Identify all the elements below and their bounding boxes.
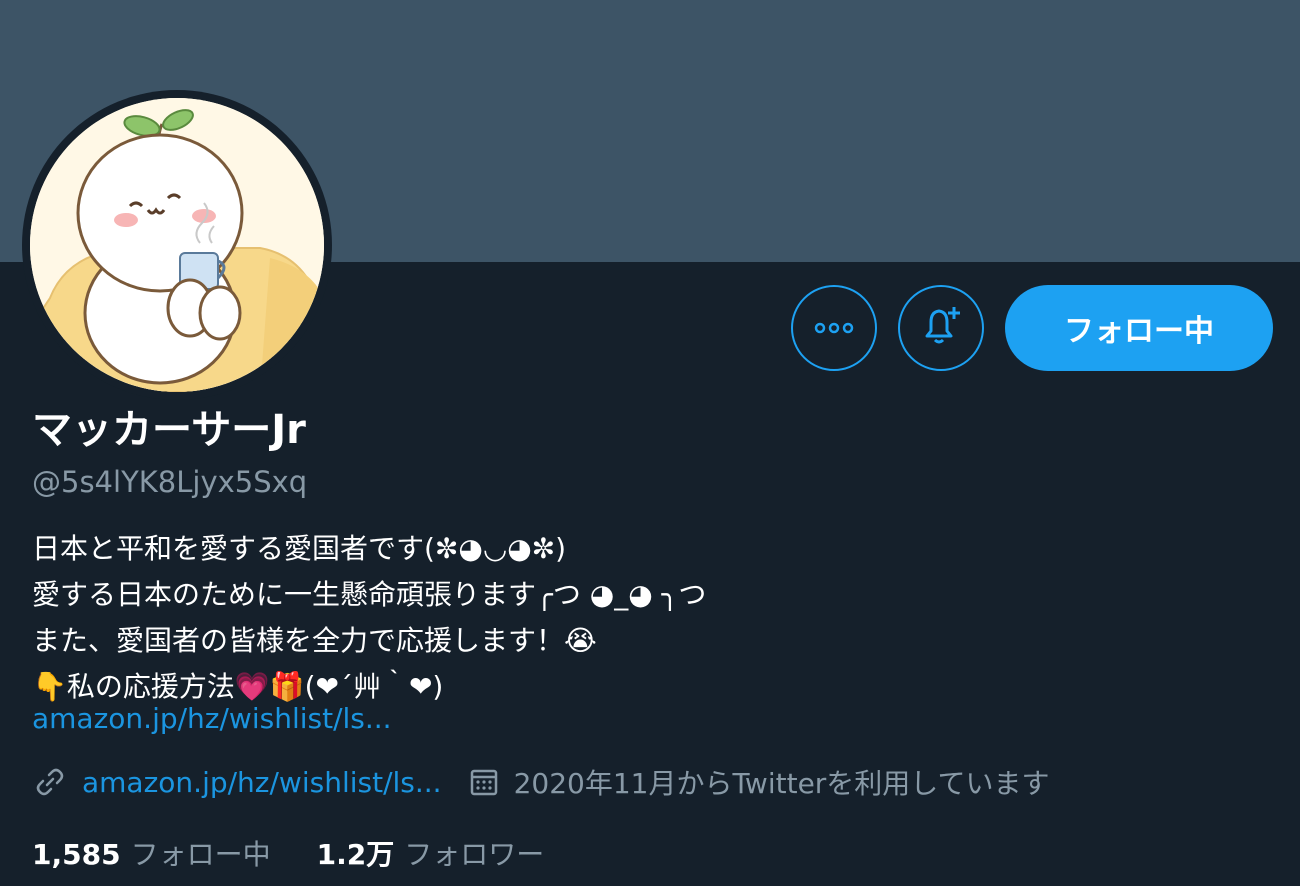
profile-stats: 1,585 フォロー中 1.2万 フォロワー (32, 830, 544, 876)
user-handle: @5s4lYK8Ljyx5Sxq (32, 465, 308, 499)
link-icon (32, 764, 68, 800)
ellipsis-icon (814, 319, 854, 338)
bio-line: また、愛国者の皆様を全力で応援します！😭 (32, 624, 597, 657)
bio-line: 愛する日本のために一生懸命頑張ります╭つ ◕_◕ ╮つ (32, 578, 707, 611)
avatar[interactable] (22, 90, 332, 400)
joined-date: 2020年11月からTwitterを利用しています (513, 767, 1050, 800)
display-name: マッカーサーJr (32, 407, 306, 453)
notification-bell-button[interactable] (898, 285, 984, 371)
profile-bio: 日本と平和を愛する愛国者です(✼◕◡◕✼) 愛する日本のために一生懸命頑張ります… (32, 526, 1232, 710)
bio-link[interactable]: amazon.jp/hz/wishlist/ls... (32, 697, 392, 741)
avatar-image (30, 98, 324, 392)
website-link[interactable]: amazon.jp/hz/wishlist/ls... (82, 766, 442, 799)
more-options-button[interactable] (791, 285, 877, 371)
bell-plus-icon (919, 304, 963, 352)
bio-line: 日本と平和を愛する愛国者です(✼◕◡◕✼) (32, 532, 567, 565)
followers-stat[interactable]: 1.2万 フォロワー (317, 833, 545, 873)
following-count: 1,585 (32, 838, 121, 871)
following-stat[interactable]: 1,585 フォロー中 (32, 833, 271, 873)
following-button[interactable]: フォロー中 (1005, 285, 1273, 371)
followers-label: フォロワー (404, 838, 545, 871)
profile-meta: amazon.jp/hz/wishlist/ls... 2020年11月からTw… (32, 760, 1049, 804)
calendar-icon (466, 764, 502, 800)
followers-count: 1.2万 (316, 838, 395, 871)
following-label: フォロー中 (130, 838, 271, 871)
